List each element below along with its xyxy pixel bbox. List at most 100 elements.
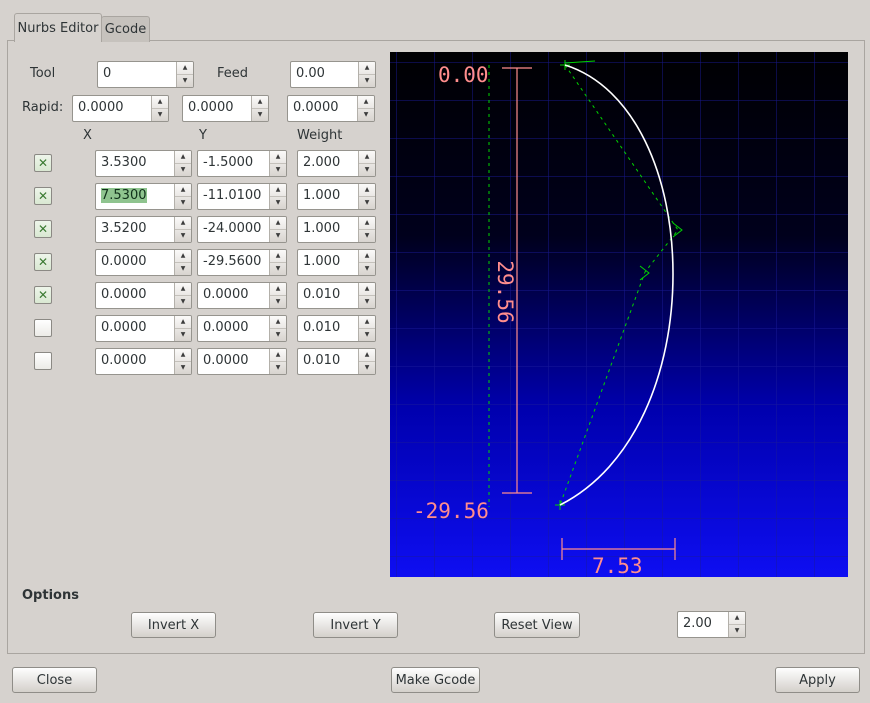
spin-up-icon[interactable]: ▲ (270, 217, 286, 230)
spin-up-icon[interactable]: ▲ (270, 184, 286, 197)
point-x-input[interactable]: 3.5200 ▲ ▼ (95, 216, 192, 243)
point-enabled-checkbox[interactable]: ✕ (34, 352, 52, 370)
point-weight-input[interactable]: 1.000 ▲ ▼ (297, 216, 376, 243)
spin-buttons[interactable]: ▲ ▼ (358, 283, 375, 308)
spin-up-icon[interactable]: ▲ (152, 96, 168, 109)
scale-spin-buttons[interactable]: ▲ ▼ (728, 612, 745, 637)
spin-down-icon[interactable]: ▼ (177, 75, 193, 87)
spin-down-icon[interactable]: ▼ (175, 164, 191, 176)
spin-up-icon[interactable]: ▲ (359, 151, 375, 164)
spin-buttons[interactable]: ▲ ▼ (358, 217, 375, 242)
rapid-x-input[interactable]: 0.0000 ▲ ▼ (72, 95, 169, 122)
tab-gcode[interactable]: Gcode (101, 16, 150, 42)
point-y-input[interactable]: -11.0100 ▲ ▼ (197, 183, 287, 210)
spin-up-icon[interactable]: ▲ (270, 283, 286, 296)
spin-down-icon[interactable]: ▼ (359, 296, 375, 308)
point-weight-input[interactable]: 0.010 ▲ ▼ (297, 315, 376, 342)
feed-input[interactable]: 0.00 ▲ ▼ (290, 61, 376, 88)
spin-buttons[interactable]: ▲ ▼ (269, 184, 286, 209)
spin-up-icon[interactable]: ▲ (175, 283, 191, 296)
spin-up-icon[interactable]: ▲ (175, 316, 191, 329)
spin-down-icon[interactable]: ▼ (270, 197, 286, 209)
spin-buttons[interactable]: ▲ ▼ (174, 316, 191, 341)
spin-buttons[interactable]: ▲ ▼ (269, 349, 286, 374)
spin-up-icon[interactable]: ▲ (270, 151, 286, 164)
spin-buttons[interactable]: ▲ ▼ (269, 151, 286, 176)
spin-buttons[interactable]: ▲ ▼ (269, 316, 286, 341)
spin-down-icon[interactable]: ▼ (359, 362, 375, 374)
spin-down-icon[interactable]: ▼ (359, 230, 375, 242)
spin-down-icon[interactable]: ▼ (175, 263, 191, 275)
spin-down-icon[interactable]: ▼ (729, 625, 745, 637)
tab-nurbs-editor[interactable]: Nurbs Editor (14, 13, 102, 42)
point-y-input[interactable]: 0.0000 ▲ ▼ (197, 315, 287, 342)
spin-buttons[interactable]: ▲ ▼ (174, 151, 191, 176)
point-weight-input[interactable]: 1.000 ▲ ▼ (297, 249, 376, 276)
close-button[interactable]: Close (12, 667, 97, 693)
point-x-input[interactable]: 7.5300 ▲ ▼ (95, 183, 192, 210)
spin-buttons[interactable]: ▲ ▼ (358, 349, 375, 374)
point-x-input[interactable]: 0.0000 ▲ ▼ (95, 249, 192, 276)
spin-down-icon[interactable]: ▼ (252, 109, 268, 121)
spin-buttons[interactable]: ▲ ▼ (174, 184, 191, 209)
point-y-input[interactable]: 0.0000 ▲ ▼ (197, 282, 287, 309)
point-x-input[interactable]: 3.5300 ▲ ▼ (95, 150, 192, 177)
point-weight-input[interactable]: 0.010 ▲ ▼ (297, 348, 376, 375)
point-enabled-checkbox[interactable]: ✕ (34, 154, 52, 172)
point-enabled-checkbox[interactable]: ✕ (34, 187, 52, 205)
rapid-x-spin-buttons[interactable]: ▲ ▼ (151, 96, 168, 121)
spin-up-icon[interactable]: ▲ (359, 316, 375, 329)
point-enabled-checkbox[interactable]: ✕ (34, 286, 52, 304)
reset-view-button[interactable]: Reset View (494, 612, 580, 638)
nurbs-preview-canvas[interactable]: 0.00 29.56 -29.56 7.53 (390, 52, 848, 577)
spin-up-icon[interactable]: ▲ (175, 250, 191, 263)
spin-buttons[interactable]: ▲ ▼ (269, 250, 286, 275)
spin-up-icon[interactable]: ▲ (729, 612, 745, 625)
spin-buttons[interactable]: ▲ ▼ (269, 217, 286, 242)
spin-down-icon[interactable]: ▼ (359, 263, 375, 275)
spin-up-icon[interactable]: ▲ (359, 250, 375, 263)
point-y-input[interactable]: 0.0000 ▲ ▼ (197, 348, 287, 375)
spin-down-icon[interactable]: ▼ (270, 230, 286, 242)
spin-down-icon[interactable]: ▼ (175, 362, 191, 374)
invert-y-button[interactable]: Invert Y (313, 612, 398, 638)
spin-down-icon[interactable]: ▼ (359, 329, 375, 341)
spin-buttons[interactable]: ▲ ▼ (358, 151, 375, 176)
spin-up-icon[interactable]: ▲ (175, 349, 191, 362)
spin-down-icon[interactable]: ▼ (175, 296, 191, 308)
spin-down-icon[interactable]: ▼ (270, 296, 286, 308)
spin-up-icon[interactable]: ▲ (270, 250, 286, 263)
point-y-input[interactable]: -24.0000 ▲ ▼ (197, 216, 287, 243)
point-weight-input[interactable]: 2.000 ▲ ▼ (297, 150, 376, 177)
spin-up-icon[interactable]: ▲ (359, 217, 375, 230)
spin-buttons[interactable]: ▲ ▼ (358, 250, 375, 275)
spin-down-icon[interactable]: ▼ (359, 75, 375, 87)
spin-up-icon[interactable]: ▲ (270, 349, 286, 362)
rapid-z-input[interactable]: 0.0000 ▲ ▼ (287, 95, 375, 122)
invert-x-button[interactable]: Invert X (131, 612, 216, 638)
point-enabled-checkbox[interactable]: ✕ (34, 253, 52, 271)
spin-down-icon[interactable]: ▼ (175, 197, 191, 209)
apply-button[interactable]: Apply (775, 667, 860, 693)
spin-down-icon[interactable]: ▼ (358, 109, 374, 121)
spin-buttons[interactable]: ▲ ▼ (358, 316, 375, 341)
tool-input[interactable]: 0 ▲ ▼ (97, 61, 194, 88)
feed-spin-buttons[interactable]: ▲ ▼ (358, 62, 375, 87)
spin-up-icon[interactable]: ▲ (175, 184, 191, 197)
rapid-y-input[interactable]: 0.0000 ▲ ▼ (182, 95, 269, 122)
point-y-input[interactable]: -1.5000 ▲ ▼ (197, 150, 287, 177)
spin-down-icon[interactable]: ▼ (175, 329, 191, 341)
spin-down-icon[interactable]: ▼ (270, 263, 286, 275)
tool-spin-buttons[interactable]: ▲ ▼ (176, 62, 193, 87)
spin-down-icon[interactable]: ▼ (359, 164, 375, 176)
scale-input[interactable]: 2.00 ▲ ▼ (677, 611, 746, 638)
spin-down-icon[interactable]: ▼ (270, 329, 286, 341)
spin-buttons[interactable]: ▲ ▼ (358, 184, 375, 209)
point-enabled-checkbox[interactable]: ✕ (34, 220, 52, 238)
spin-buttons[interactable]: ▲ ▼ (174, 250, 191, 275)
point-x-input[interactable]: 0.0000 ▲ ▼ (95, 315, 192, 342)
spin-up-icon[interactable]: ▲ (358, 96, 374, 109)
spin-down-icon[interactable]: ▼ (359, 197, 375, 209)
spin-up-icon[interactable]: ▲ (359, 184, 375, 197)
point-x-input[interactable]: 0.0000 ▲ ▼ (95, 348, 192, 375)
